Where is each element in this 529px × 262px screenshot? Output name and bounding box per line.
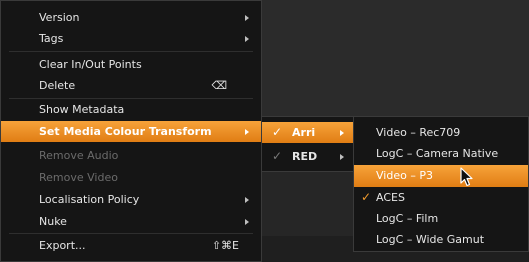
checkmark-icon: ✓	[272, 125, 283, 139]
menu-item-set-media-colour-transform[interactable]: Set Media Colour Transform	[1, 121, 261, 142]
menu-item-clear-in-out-points[interactable]: Clear In/Out Points	[1, 54, 261, 75]
submenu-arrow-icon	[245, 197, 249, 203]
context-menu: Version Tags Clear In/Out Points Delete …	[0, 0, 262, 262]
menu-divider	[9, 51, 253, 52]
checkmark-icon: ✓	[361, 190, 372, 204]
menu-item-label: Show Metadata	[39, 103, 125, 116]
transform-item-video-rec709[interactable]: Video – Rec709	[354, 122, 528, 143]
transform-item-label: LogC – Film	[376, 212, 439, 225]
menu-item-label: Clear In/Out Points	[39, 58, 142, 71]
menu-item-label: Remove Video	[39, 171, 118, 184]
submenu-arrow-icon	[245, 15, 249, 21]
transform-item-aces[interactable]: ✓ ACES	[354, 187, 528, 208]
menu-item-tags[interactable]: Tags	[1, 28, 261, 49]
transform-item-logc-film[interactable]: LogC – Film	[354, 208, 528, 229]
menu-item-label: Remove Audio	[39, 149, 119, 162]
background-panel	[262, 0, 529, 116]
submenu-arrow-icon	[245, 129, 249, 135]
submenu-arrow-icon	[245, 219, 249, 225]
submenu-item-label: RED	[292, 150, 318, 163]
menu-item-delete[interactable]: Delete ⌫	[1, 75, 261, 96]
transform-item-video-p3[interactable]: Video – P3	[354, 165, 528, 187]
menu-item-nuke[interactable]: Nuke	[1, 211, 261, 232]
menu-item-label: Export...	[39, 239, 86, 252]
menu-item-remove-audio: Remove Audio	[1, 145, 261, 166]
vendor-submenu: ✓ Arri ✓ RED	[261, 116, 355, 172]
export-shortcut: ⇧⌘E	[211, 239, 239, 252]
menu-item-label: Nuke	[39, 215, 67, 228]
menu-item-label: Version	[39, 11, 80, 24]
submenu-item-red[interactable]: ✓ RED	[262, 146, 354, 167]
menu-item-remove-video: Remove Video	[1, 167, 261, 188]
menu-item-label: Set Media Colour Transform	[39, 125, 212, 138]
mouse-pointer-icon	[460, 167, 473, 187]
checkmark-icon: ✓	[272, 149, 283, 163]
submenu-item-label: Arri	[292, 126, 316, 139]
transform-item-label: Video – Rec709	[376, 126, 461, 139]
transform-item-logc-camera-native[interactable]: LogC – Camera Native	[354, 143, 528, 164]
menu-divider	[9, 233, 253, 234]
submenu-arrow-icon	[340, 154, 344, 160]
menu-item-show-metadata[interactable]: Show Metadata	[1, 99, 261, 120]
transform-item-label: LogC – Camera Native	[376, 147, 499, 160]
menu-item-label: Delete	[39, 79, 76, 92]
menu-item-label: Tags	[39, 32, 64, 45]
menu-item-label: Localisation Policy	[39, 193, 140, 206]
submenu-arrow-icon	[245, 36, 249, 42]
menu-item-version[interactable]: Version	[1, 7, 261, 28]
menu-item-localisation-policy[interactable]: Localisation Policy	[1, 189, 261, 210]
transform-item-label: ACES	[376, 191, 405, 204]
menu-item-export[interactable]: Export... ⇧⌘E	[1, 235, 261, 256]
transform-submenu: Video – Rec709 LogC – Camera Native Vide…	[353, 116, 529, 252]
transform-item-logc-wide-gamut[interactable]: LogC – Wide Gamut	[354, 229, 528, 250]
submenu-arrow-icon	[340, 130, 344, 136]
transform-item-label: LogC – Wide Gamut	[376, 233, 485, 246]
transform-item-label: Video – P3	[376, 169, 433, 182]
submenu-item-arri[interactable]: ✓ Arri	[262, 122, 354, 143]
delete-key-icon: ⌫	[211, 79, 227, 92]
